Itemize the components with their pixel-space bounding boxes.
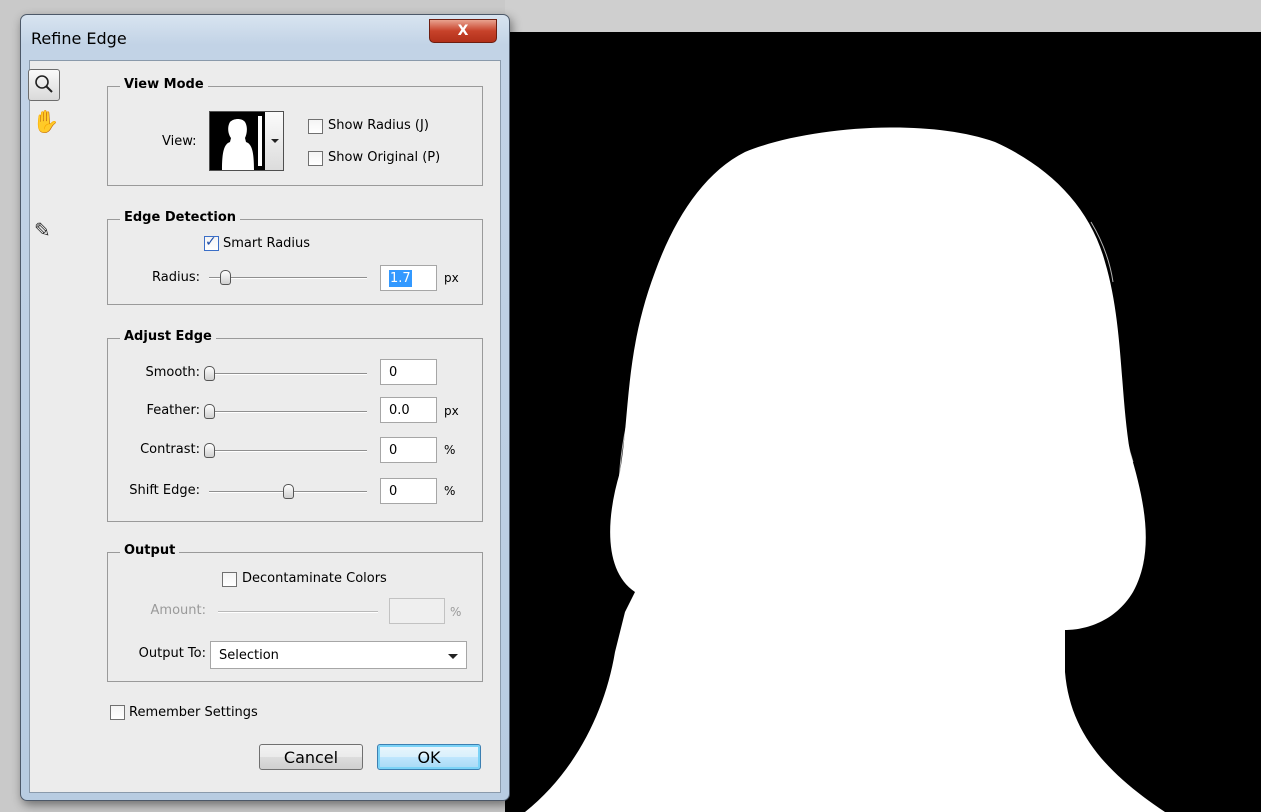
silhouette-thumbnail-icon — [222, 116, 262, 170]
slider-thumb[interactable] — [204, 443, 215, 458]
slider-track — [209, 450, 367, 452]
amount-label: Amount: — [150, 603, 206, 618]
feather-slider[interactable] — [204, 404, 367, 419]
slider-track — [209, 411, 367, 413]
canvas-top-strip — [505, 0, 1261, 32]
amount-input — [389, 598, 445, 624]
amount-unit: % — [450, 605, 462, 619]
amount-slider — [218, 604, 378, 618]
radius-unit: px — [444, 271, 459, 285]
smooth-slider[interactable] — [204, 366, 367, 381]
adjust-edge-legend: Adjust Edge — [120, 329, 216, 344]
radius-label: Radius: — [152, 270, 200, 285]
show-original-label: Show Original (P) — [328, 150, 441, 165]
slider-thumb[interactable] — [204, 404, 215, 419]
zoom-icon — [35, 75, 53, 93]
smooth-label: Smooth: — [145, 365, 200, 380]
shift-edge-unit: % — [444, 484, 456, 498]
decontaminate-checkbox[interactable] — [222, 572, 237, 587]
close-button[interactable]: X — [429, 19, 497, 43]
hand-icon[interactable]: ✋ — [32, 110, 59, 135]
silhouette-mask — [525, 127, 1165, 812]
show-original-checkbox[interactable] — [308, 151, 323, 166]
edge-detection-group: Edge Detection — [107, 210, 483, 305]
view-thumbnail[interactable] — [209, 111, 267, 171]
output-to-label: Output To: — [138, 646, 206, 661]
refine-radius-brush-icon[interactable]: ✎ — [34, 218, 51, 242]
ok-button[interactable]: OK — [377, 744, 481, 770]
contrast-label: Contrast: — [140, 442, 200, 457]
remember-settings-label: Remember Settings — [129, 705, 258, 720]
output-legend: Output — [120, 543, 180, 558]
shift-edge-slider[interactable] — [209, 484, 367, 499]
view-dropdown-button[interactable] — [265, 111, 284, 171]
output-to-value: Selection — [219, 648, 279, 663]
view-label: View: — [162, 134, 197, 149]
zoom-tool-button[interactable] — [28, 69, 60, 101]
cancel-button[interactable]: Cancel — [259, 744, 363, 770]
smart-radius-label: Smart Radius — [223, 236, 311, 251]
contrast-slider[interactable] — [204, 443, 367, 458]
title-bar[interactable]: Refine Edge X — [21, 15, 509, 59]
feather-label: Feather: — [146, 403, 200, 418]
shift-edge-label: Shift Edge: — [129, 483, 200, 498]
slider-track — [209, 373, 367, 375]
contrast-input[interactable]: 0 — [380, 437, 437, 463]
decontaminate-label: Decontaminate Colors — [242, 571, 387, 586]
feather-input[interactable]: 0.0 — [380, 397, 437, 423]
smooth-input[interactable]: 0 — [380, 359, 437, 385]
slider-track — [218, 611, 378, 613]
show-radius-label: Show Radius (J) — [328, 118, 429, 133]
shift-edge-input[interactable]: 0 — [380, 478, 437, 504]
slider-track — [209, 277, 367, 279]
slider-thumb[interactable] — [283, 484, 294, 499]
feather-unit: px — [444, 404, 459, 418]
show-radius-checkbox[interactable] — [308, 119, 323, 134]
mask-preview-canvas[interactable] — [505, 32, 1261, 812]
radius-input[interactable]: 1.7 — [380, 265, 437, 291]
view-mode-legend: View Mode — [120, 77, 208, 92]
dialog-title: Refine Edge — [31, 29, 127, 48]
output-to-select[interactable]: Selection — [210, 641, 467, 669]
radius-slider[interactable] — [209, 270, 367, 285]
slider-thumb[interactable] — [204, 366, 215, 381]
chevron-down-icon — [448, 654, 458, 659]
slider-thumb[interactable] — [219, 270, 231, 285]
remember-settings-checkbox[interactable] — [110, 705, 125, 720]
smart-radius-checkbox[interactable] — [204, 234, 219, 251]
radius-value: 1.7 — [389, 270, 412, 287]
edge-detection-legend: Edge Detection — [120, 210, 241, 225]
contrast-unit: % — [444, 443, 456, 457]
